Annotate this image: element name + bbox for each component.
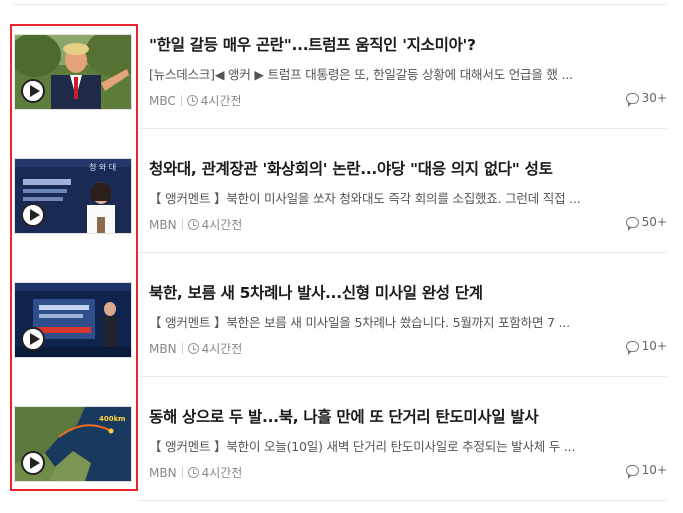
comment-count-value: 50+ — [641, 215, 667, 229]
news-title[interactable]: 북한, 보름 새 5차례나 발사...신형 미사일 완성 단계 — [149, 281, 664, 303]
play-icon[interactable] — [21, 203, 45, 227]
news-source: MBC — [149, 93, 176, 108]
clock-icon — [187, 467, 199, 478]
news-source: MBN — [149, 217, 177, 232]
news-meta: MBN 4시간전 — [149, 464, 242, 481]
clock-icon — [187, 343, 199, 354]
comment-count[interactable]: 10+ — [625, 339, 667, 355]
thumb-caption: 청 와 대 — [89, 162, 116, 172]
comment-icon — [625, 464, 639, 479]
news-item[interactable]: "한일 갈등 매우 곤란"...트럼프 움직인 '지소미아'? [뉴스데스크]◀… — [0, 5, 683, 129]
news-meta: MBN 4시간전 — [149, 216, 242, 233]
play-icon[interactable] — [21, 327, 45, 351]
news-time: 4시간전 — [201, 218, 243, 232]
comment-count-value: 30+ — [641, 91, 667, 105]
comment-count[interactable]: 10+ — [625, 463, 667, 479]
comment-count-value: 10+ — [641, 339, 667, 353]
comment-count[interactable]: 30+ — [625, 91, 667, 107]
news-summary[interactable]: 【 앵커멘트 】북한이 오늘(10일) 새벽 단거리 탄도미사일로 추정되는 발… — [149, 436, 649, 455]
news-summary[interactable]: [뉴스데스크]◀ 앵커 ▶ 트럼프 대통령은 또, 한일갈등 상황에 대해서도 … — [149, 64, 649, 83]
news-summary[interactable]: 【 앵커멘트 】북한은 보름 새 미사일을 5차례나 쐈습니다. 5월까지 포함… — [149, 312, 649, 331]
meta-divider — [181, 219, 183, 230]
news-title[interactable]: 청와대, 관계장관 '화상회의' 논란...야당 "대응 의지 없다" 성토 — [149, 157, 664, 179]
news-item[interactable]: 북한, 보름 새 5차례나 발사...신형 미사일 완성 단계 【 앵커멘트 】… — [0, 253, 683, 377]
clock-icon — [186, 95, 198, 106]
news-source: MBN — [149, 465, 177, 480]
news-time: 4시간전 — [201, 466, 243, 480]
meta-divider — [180, 95, 182, 106]
news-source: MBN — [149, 341, 177, 356]
news-item[interactable]: 400km 동해 상으로 두 발...북, 나흘 만에 또 단거리 탄도미사일 … — [0, 377, 683, 501]
news-meta: MBC 4시간전 — [149, 92, 242, 109]
news-thumbnail[interactable]: 400km — [14, 406, 132, 482]
item-divider — [138, 500, 667, 501]
comment-count-value: 10+ — [641, 463, 667, 477]
news-item[interactable]: 청 와 대 청와대, 관계장관 '화상회의' 논란...야당 "대응 의지 없다… — [0, 129, 683, 253]
comment-icon — [625, 92, 639, 107]
news-summary[interactable]: 【 앵커멘트 】북한이 미사일을 쏘자 청와대도 즉각 회의를 소집했죠. 그런… — [149, 188, 649, 207]
thumb-caption: 400km — [99, 415, 126, 423]
comment-icon — [625, 340, 639, 355]
comment-icon — [625, 216, 639, 231]
news-time: 4시간전 — [201, 342, 243, 356]
news-thumbnail[interactable] — [14, 282, 132, 358]
play-icon[interactable] — [21, 79, 45, 103]
meta-divider — [181, 343, 183, 354]
news-meta: MBN 4시간전 — [149, 340, 242, 357]
news-thumbnail[interactable] — [14, 34, 132, 110]
meta-divider — [181, 467, 183, 478]
play-icon[interactable] — [21, 451, 45, 475]
comment-count[interactable]: 50+ — [625, 215, 667, 231]
news-title[interactable]: "한일 갈등 매우 곤란"...트럼프 움직인 '지소미아'? — [149, 33, 664, 55]
news-thumbnail[interactable]: 청 와 대 — [14, 158, 132, 234]
clock-icon — [187, 219, 199, 230]
news-time: 4시간전 — [200, 94, 242, 108]
news-title[interactable]: 동해 상으로 두 발...북, 나흘 만에 또 단거리 탄도미사일 발사 — [149, 405, 664, 427]
